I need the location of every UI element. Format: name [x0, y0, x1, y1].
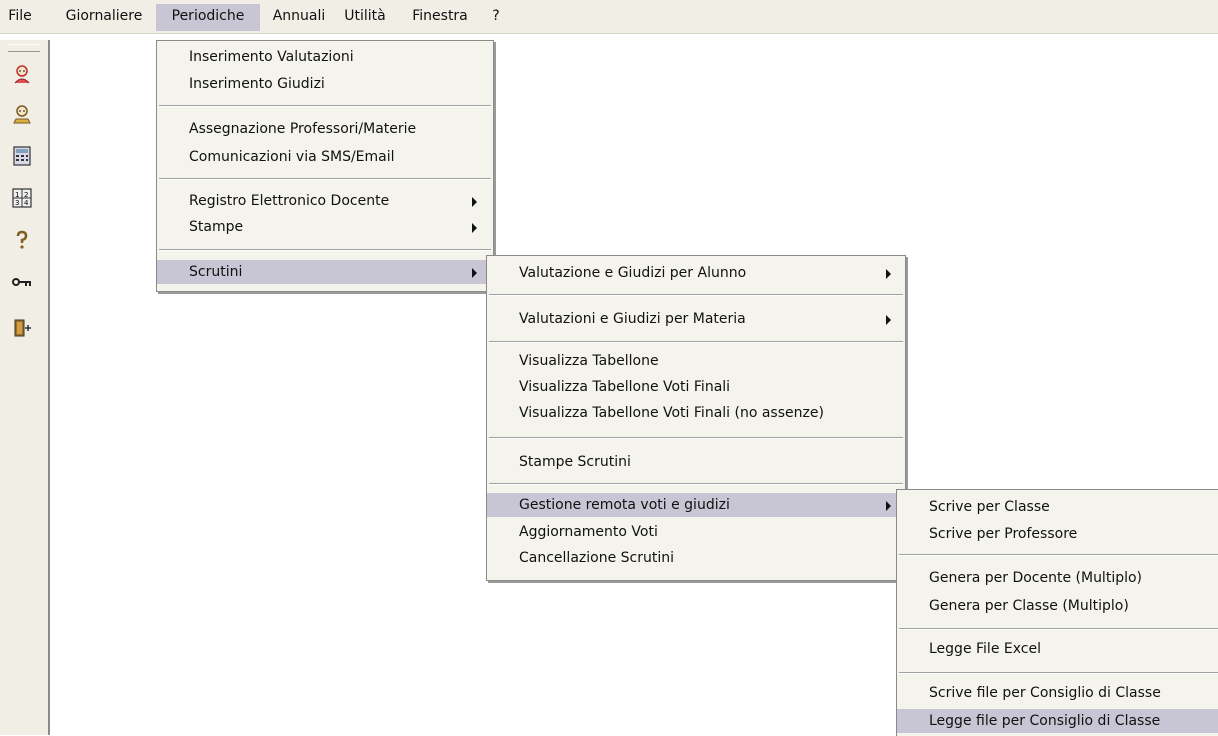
menu-item-label: Registro Elettronico Docente: [189, 193, 390, 209]
menu-item-visualizza-tabellone-no-assenze[interactable]: Visualizza Tabellone Voti Finali (no ass…: [487, 401, 905, 425]
menu-item-scrive-per-classe[interactable]: Scrive per Classe: [897, 495, 1218, 519]
submenu-arrow-icon: [886, 501, 891, 511]
submenu-arrow-icon: [886, 269, 891, 279]
submenu-arrow-icon: [472, 197, 477, 207]
menu-item-legge-file-consiglio[interactable]: Legge file per Consiglio di Classe: [897, 709, 1218, 733]
menu-item-genera-per-docente[interactable]: Genera per Docente (Multiplo): [897, 566, 1218, 590]
menu-separator: [899, 672, 1218, 674]
menu-item-gestione-remota[interactable]: Gestione remota voti e giudizi: [487, 493, 905, 517]
menu-item-label: Stampe: [189, 219, 244, 235]
menu-item-label: Valutazione e Giudizi per Alunno: [519, 265, 747, 281]
calculator-icon[interactable]: [10, 144, 34, 168]
menu-item-scrive-per-professore[interactable]: Scrive per Professore: [897, 522, 1218, 546]
menu-item-genera-per-classe[interactable]: Genera per Classe (Multiplo): [897, 594, 1218, 618]
menu-help[interactable]: ?: [484, 4, 508, 31]
menu-periodiche[interactable]: Periodiche: [156, 4, 260, 31]
menu-item-label: Scrutini: [189, 264, 243, 280]
menu-separator: [899, 554, 1218, 556]
menu-bar: File Giornaliere Periodiche Annuali Util…: [0, 0, 1218, 34]
person-red-icon[interactable]: [10, 62, 34, 86]
svg-text:1: 1: [15, 191, 19, 199]
menu-item-visualizza-tabellone[interactable]: Visualizza Tabellone: [487, 349, 905, 373]
help-icon[interactable]: [10, 228, 34, 252]
menu-item-assegnazione-professori[interactable]: Assegnazione Professori/Materie: [157, 117, 493, 141]
menu-item-cancellazione-scrutini[interactable]: Cancellazione Scrutini: [487, 546, 905, 570]
menu-file[interactable]: File: [4, 4, 36, 31]
svg-text:4: 4: [24, 199, 29, 207]
menu-item-scrive-file-consiglio[interactable]: Scrive file per Consiglio di Classe: [897, 681, 1218, 705]
menu-item-visualizza-tabellone-voti-finali[interactable]: Visualizza Tabellone Voti Finali: [487, 375, 905, 399]
menu-item-valutazioni-giudizi-materia[interactable]: Valutazioni e Giudizi per Materia: [487, 307, 905, 331]
gestione-remota-submenu: Scrive per Classe Scrive per Professore …: [896, 489, 1218, 736]
menu-item-label: Valutazioni e Giudizi per Materia: [519, 311, 746, 327]
menu-item-registro-elettronico[interactable]: Registro Elettronico Docente: [157, 189, 493, 213]
key-icon[interactable]: [10, 270, 34, 294]
grid-numbers-icon[interactable]: 1 2 3 4: [10, 186, 34, 210]
menu-separator: [489, 341, 903, 343]
menu-item-aggiornamento-voti[interactable]: Aggiornamento Voti: [487, 520, 905, 544]
menu-separator: [489, 294, 903, 296]
submenu-arrow-icon: [472, 268, 477, 278]
menu-separator: [489, 437, 903, 439]
menu-item-inserimento-giudizi[interactable]: Inserimento Giudizi: [157, 72, 493, 96]
toolbar-grip[interactable]: [8, 44, 40, 52]
menu-utilita[interactable]: Utilità: [336, 4, 394, 31]
svg-text:2: 2: [24, 191, 28, 199]
menu-separator: [489, 483, 903, 485]
menu-item-stampe[interactable]: Stampe: [157, 215, 493, 239]
scrutini-submenu: Valutazione e Giudizi per Alunno Valutaz…: [486, 255, 906, 581]
person-icon[interactable]: [10, 102, 34, 126]
submenu-arrow-icon: [886, 315, 891, 325]
menu-separator: [159, 178, 491, 180]
left-toolbar: 1 2 3 4: [0, 40, 50, 735]
menu-item-valutazione-giudizi-alunno[interactable]: Valutazione e Giudizi per Alunno: [487, 261, 905, 285]
menu-separator: [159, 249, 491, 251]
periodiche-menu: Inserimento Valutazioni Inserimento Giud…: [156, 40, 494, 292]
submenu-arrow-icon: [472, 223, 477, 233]
menu-separator: [899, 628, 1218, 630]
menu-item-stampe-scrutini[interactable]: Stampe Scrutini: [487, 450, 905, 474]
menu-item-comunicazioni[interactable]: Comunicazioni via SMS/Email: [157, 145, 493, 169]
menu-finestra[interactable]: Finestra: [396, 4, 484, 31]
exit-door-icon[interactable]: [10, 316, 34, 340]
menu-item-legge-file-excel[interactable]: Legge File Excel: [897, 637, 1218, 661]
menu-item-inserimento-valutazioni[interactable]: Inserimento Valutazioni: [157, 45, 493, 69]
menu-separator: [159, 105, 491, 107]
svg-text:3: 3: [15, 199, 19, 207]
menu-item-scrutini[interactable]: Scrutini: [157, 260, 493, 284]
menu-annuali[interactable]: Annuali: [266, 4, 332, 31]
menu-giornaliere[interactable]: Giornaliere: [58, 4, 150, 31]
menu-item-label: Gestione remota voti e giudizi: [519, 497, 730, 513]
